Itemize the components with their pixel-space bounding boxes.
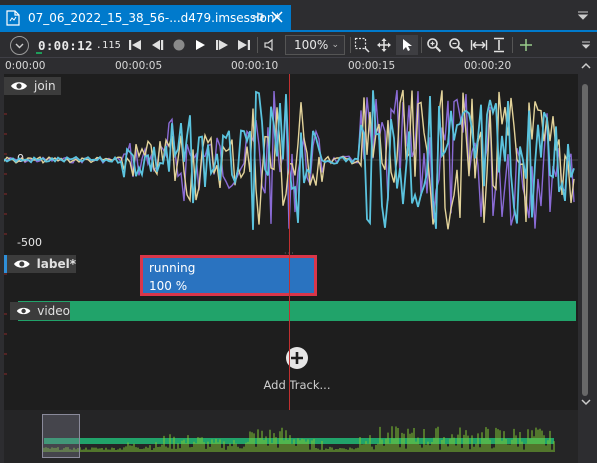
step-forward-icon[interactable] [215,35,229,55]
track-name: video [37,304,70,318]
join-waveform [4,89,578,230]
zoom-in-icon[interactable] [426,35,442,55]
toolbar-separator [350,37,351,53]
fit-width-icon[interactable] [470,35,488,55]
circle-dropdown-icon[interactable] [10,36,29,55]
select-region-icon[interactable] [354,35,370,55]
scroll-up-icon[interactable] [579,60,593,72]
toolbar-separator [512,37,513,53]
pointer-tool-button[interactable] [396,35,418,55]
eye-icon[interactable] [16,305,31,317]
timecode-ms: .115 [95,39,122,51]
playhead-line[interactable] [289,74,290,410]
zoom-out-icon[interactable] [448,35,464,55]
overview-minimap[interactable] [4,410,578,463]
pin-icon[interactable] [251,10,265,24]
zoom-select[interactable]: 100% ⌄ [285,35,345,55]
ruler-tick-label: 0:00:00 [5,60,46,72]
skip-start-icon[interactable] [128,35,142,55]
track-header-label[interactable]: label* [4,255,76,273]
add-icon[interactable] [518,35,534,55]
track-name: label* [36,257,76,271]
vertical-scrollbar[interactable] [579,74,593,410]
overview-waveform [43,426,555,452]
timecode-display: 0:00:12.115 [38,35,121,55]
label-segment[interactable]: running 100 % [140,255,317,296]
fit-height-icon[interactable] [492,35,506,55]
ruler-tick-label: 00:00:20 [464,60,512,72]
transport-toolbar: 0:00:12.115 100% ⌄ [0,32,597,58]
scrollbar-thumb[interactable] [582,84,588,396]
play-icon[interactable] [193,35,207,55]
add-track-label: Add Track... [263,378,331,392]
session-tab[interactable]: 07_06_2022_15_38_56-...d479.imsession* [0,5,291,30]
toolbar-separator [421,37,422,53]
segment-label: running [149,261,196,275]
add-track-button[interactable]: Add Track... [262,346,332,392]
step-back-icon[interactable] [150,35,164,55]
tracks-area[interactable]: join 0 -500 ··· label* running 100 % vid… [4,74,578,410]
ruler-tick-label: 00:00:05 [115,60,163,72]
overview-viewport-window[interactable] [42,414,80,458]
tab-list-dropdown-icon[interactable] [577,10,589,20]
time-ruler[interactable]: 0:00:00 00:00:05 00:00:10 00:00:15 00:00… [4,58,578,74]
close-icon[interactable] [270,9,284,25]
track-splitter[interactable]: ··· [284,249,298,258]
record-icon[interactable] [172,35,186,55]
segment-confidence: 100 % [149,279,188,293]
skip-end-icon[interactable] [237,35,251,55]
track-header-video[interactable]: video [10,302,70,320]
eye-icon[interactable] [13,258,31,270]
tab-title: 07_06_2022_15_38_56-...d479.imsession* [28,10,281,25]
ruler-tick-label: 00:00:15 [348,60,396,72]
volume-icon[interactable] [263,35,279,55]
scroll-down-icon[interactable] [579,396,593,408]
pointer-icon [403,39,412,51]
tab-bar: 07_06_2022_15_38_56-...d479.imsession* [0,0,597,30]
toolbar-separator [257,37,258,53]
file-icon [6,9,20,26]
zoom-value: 100% [294,38,329,52]
toolbar-overflow-icon[interactable] [581,40,591,50]
video-track-bar[interactable] [18,301,576,321]
ruler-tick-label: 00:00:10 [231,60,279,72]
move-icon[interactable] [376,35,392,55]
time-progress-indicator [36,52,42,54]
chevron-down-icon: ⌄ [331,40,339,50]
timecode-value: 0:00:12 [38,37,93,53]
